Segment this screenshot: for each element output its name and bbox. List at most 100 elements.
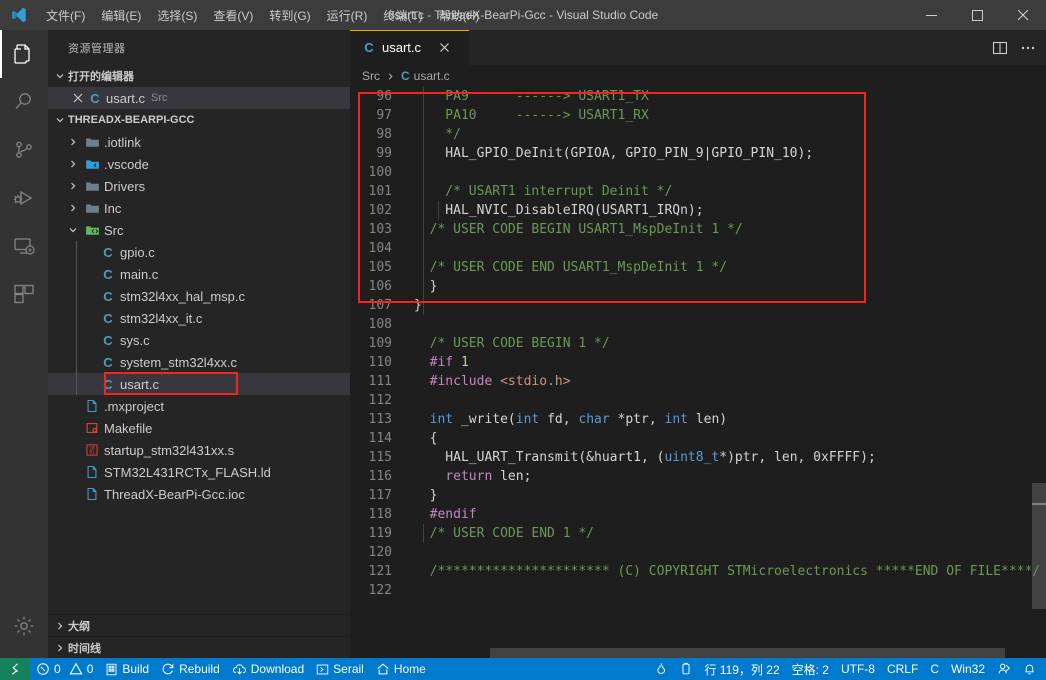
- menu-help[interactable]: 帮助(H): [431, 0, 488, 30]
- status-notifications[interactable]: [1017, 658, 1046, 680]
- close-icon[interactable]: [1000, 0, 1046, 30]
- line-number: 112: [368, 393, 392, 408]
- split-editor-icon[interactable]: [992, 40, 1008, 56]
- sidebar-explorer: 资源管理器 打开的编辑器 C usart.c Src THREADX-BEARP…: [48, 30, 350, 658]
- menu-run[interactable]: 运行(R): [319, 0, 376, 30]
- assembly-file-icon: 10 01: [82, 443, 102, 457]
- status-build-button[interactable]: Build: [99, 658, 155, 680]
- tree-item-drivers[interactable]: Drivers: [48, 175, 350, 197]
- activitybar-search[interactable]: [0, 78, 48, 126]
- tree-indent-guide: [76, 285, 77, 307]
- tree-item-gpio-c[interactable]: Cgpio.c: [48, 241, 350, 263]
- editor-group: C usart.c Src C usart.c 96 PA9 ------> U…: [350, 30, 1046, 658]
- tree-item-stm32l4xx-hal-msp-c[interactable]: Cstm32l4xx_hal_msp.c: [48, 285, 350, 307]
- vertical-scrollbar[interactable]: [1032, 483, 1046, 609]
- activitybar-explorer[interactable]: [0, 30, 48, 78]
- gear-icon[interactable]: [0, 602, 48, 650]
- status-serail-button[interactable]: Serail: [310, 658, 370, 680]
- status-battery[interactable]: [674, 658, 698, 680]
- code-token: len): [687, 412, 728, 427]
- status-download-button[interactable]: Download: [226, 658, 310, 680]
- code-line: 96 PA9 ------> USART1_TX: [350, 87, 1046, 106]
- minimize-icon[interactable]: [908, 0, 954, 30]
- chevron-right-icon: [52, 643, 68, 653]
- menu-view[interactable]: 查看(V): [205, 0, 261, 30]
- status-eol[interactable]: CRLF: [881, 658, 924, 680]
- tree-item-main-c[interactable]: Cmain.c: [48, 263, 350, 285]
- activitybar-remote-explorer[interactable]: [0, 222, 48, 270]
- tree-item-makefile[interactable]: Makefile: [48, 417, 350, 439]
- status-feedback[interactable]: [991, 658, 1017, 680]
- status-language-mode[interactable]: C: [924, 658, 945, 680]
- chevron-down-icon: [52, 71, 68, 81]
- breadcrumb-file[interactable]: usart.c: [414, 69, 450, 83]
- ellipsis-icon[interactable]: [1020, 40, 1036, 56]
- c-file-icon: C: [401, 69, 410, 83]
- status-flame[interactable]: [648, 658, 674, 680]
- status-remote-host[interactable]: [0, 658, 30, 680]
- code-token: <stdio.h>: [500, 374, 571, 389]
- code-editor[interactable]: 96 PA9 ------> USART1_TX 97 PA10 ------> …: [350, 87, 1046, 658]
- menu-go[interactable]: 转到(G): [261, 0, 318, 30]
- tree-item-label: Src: [104, 222, 124, 238]
- sidebar-section-timeline[interactable]: 时间线: [48, 636, 350, 658]
- menu-edit[interactable]: 编辑(E): [93, 0, 149, 30]
- tree-item--iotlink[interactable]: .iotlink: [48, 131, 350, 153]
- code-line: 110 #if 1: [350, 353, 1046, 372]
- tree-item-stm32l431rctx-flash-ld[interactable]: STM32L431RCTx_FLASH.ld: [48, 461, 350, 483]
- code-token: *)ptr, len, 0xFFFF);: [719, 450, 876, 465]
- code-line: 100: [350, 163, 1046, 182]
- tree-item-stm32l4xx-it-c[interactable]: Cstm32l4xx_it.c: [48, 307, 350, 329]
- rebuild-label: Rebuild: [179, 662, 220, 676]
- code-token: HAL_GPIO_DeInit(GPIOA, GPIO_PIN_9|GPIO_P…: [414, 146, 814, 161]
- status-problems[interactable]: 0 0: [30, 658, 99, 680]
- tree-item--mxproject[interactable]: .mxproject: [48, 395, 350, 417]
- tree-item--vscode[interactable]: .vscode: [48, 153, 350, 175]
- activitybar-extensions[interactable]: [0, 270, 48, 318]
- code-lines: 96 PA9 ------> USART1_TX 97 PA10 ------> …: [350, 87, 1046, 600]
- open-editor-item-usart[interactable]: C usart.c Src: [48, 87, 350, 109]
- open-editors-header[interactable]: 打开的编辑器: [48, 65, 350, 87]
- maximize-icon[interactable]: [954, 0, 1000, 30]
- tab-label: usart.c: [382, 40, 422, 55]
- tree-item-system-stm32l4xx-c[interactable]: Csystem_stm32l4xx.c: [48, 351, 350, 373]
- code-token: int: [515, 412, 540, 427]
- folder-src-icon: [82, 223, 102, 238]
- tree-item-threadx-bearpi-gcc-ioc[interactable]: ThreadX-BearPi-Gcc.ioc: [48, 483, 350, 505]
- status-platform[interactable]: Win32: [945, 658, 991, 680]
- status-encoding[interactable]: UTF-8: [835, 658, 881, 680]
- code-line: 102 HAL_NVIC_DisableIRQ(USART1_IRQn);: [350, 201, 1046, 220]
- activitybar-source-control[interactable]: [0, 126, 48, 174]
- menu-terminal[interactable]: 终端(T): [375, 0, 430, 30]
- chevron-down-icon: [68, 225, 82, 235]
- horizontal-scrollbar[interactable]: [490, 648, 1005, 658]
- breadcrumb-folder[interactable]: Src: [362, 69, 380, 83]
- close-icon[interactable]: [70, 93, 86, 103]
- tree-item-startup-stm32l431xx-s[interactable]: 10 01 startup_stm32l431xx.s: [48, 439, 350, 461]
- svg-text:01: 01: [90, 450, 95, 455]
- status-rebuild-button[interactable]: Rebuild: [155, 658, 226, 680]
- chevron-right-icon: [68, 181, 82, 191]
- menu-selection[interactable]: 选择(S): [149, 0, 205, 30]
- code-line: 122: [350, 581, 1046, 600]
- sidebar-section-outline[interactable]: 大纲: [48, 614, 350, 636]
- workspace-header[interactable]: THREADX-BEARPI-GCC: [48, 109, 350, 131]
- tree-item-sys-c[interactable]: Csys.c: [48, 329, 350, 351]
- status-cursor-position[interactable]: 行 119，列 22: [698, 658, 785, 680]
- tab-usart-c[interactable]: C usart.c: [350, 30, 470, 65]
- menu-file[interactable]: 文件(F): [38, 0, 93, 30]
- tree-item-src[interactable]: Src: [48, 219, 350, 241]
- folder-icon: [82, 135, 102, 150]
- tree-item-label: STM32L431RCTx_FLASH.ld: [104, 464, 271, 480]
- tree-item-inc[interactable]: Inc: [48, 197, 350, 219]
- activitybar-run-and-debug[interactable]: [0, 174, 48, 222]
- code-line: 98 */: [350, 125, 1046, 144]
- status-home-button[interactable]: Home: [370, 658, 432, 680]
- tree-item-usart-c[interactable]: Cusart.c: [48, 372, 350, 395]
- file-icon: [82, 465, 102, 479]
- close-icon[interactable]: [439, 42, 450, 53]
- code-line: 104: [350, 239, 1046, 258]
- status-indentation[interactable]: 空格: 2: [786, 658, 835, 680]
